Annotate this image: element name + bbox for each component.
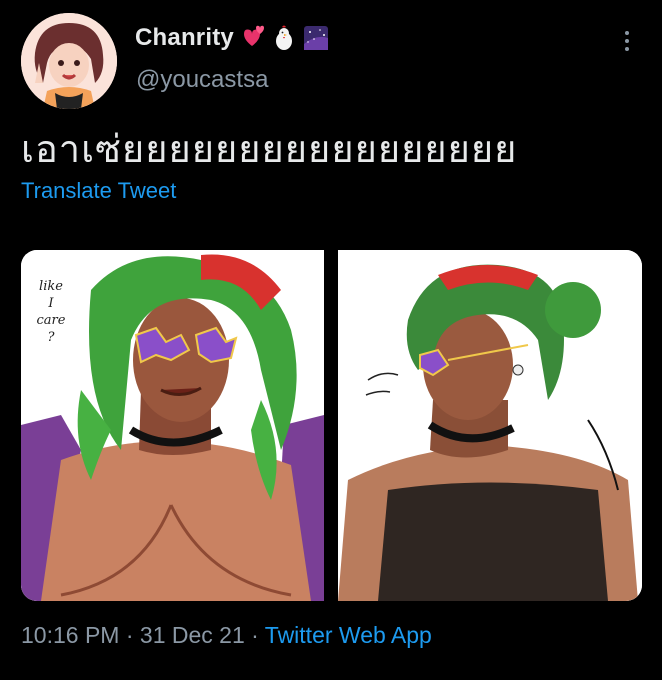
heart-icon — [238, 24, 266, 52]
annotation-line: ? — [47, 330, 55, 345]
meta-separator: · — [119, 622, 140, 648]
tweet-media[interactable]: like I care ? — [21, 250, 642, 601]
tweet-date[interactable]: 31 Dec 21 — [140, 622, 245, 648]
more-dot — [625, 47, 629, 51]
chicken-icon — [270, 24, 298, 52]
meta-separator: · — [244, 622, 265, 648]
author-name-row[interactable]: Chanrity — [135, 24, 330, 52]
galaxy-icon — [302, 24, 330, 52]
avatar-image — [21, 13, 117, 109]
media-image-left[interactable]: like I care ? — [21, 250, 324, 601]
media-image-right[interactable] — [338, 250, 642, 601]
translate-tweet-link[interactable]: Translate Tweet — [21, 178, 176, 204]
more-dot — [625, 39, 629, 43]
tweet-text: เอาเซ่ยยยยยยยยยยยยยยยยย — [21, 127, 518, 171]
annotation-line: care — [36, 313, 66, 328]
tweet-meta: 10:16 PM · 31 Dec 21 · Twitter Web App — [21, 622, 432, 649]
annotation-text: like I care ? — [33, 278, 69, 346]
display-name[interactable]: Chanrity — [135, 24, 234, 52]
avatar[interactable] — [21, 13, 117, 109]
user-handle[interactable]: @youcastsa — [136, 66, 268, 94]
annotation-line: I — [48, 296, 54, 311]
tweet-source-app[interactable]: Twitter Web App — [265, 622, 432, 648]
tweet-time[interactable]: 10:16 PM — [21, 622, 119, 648]
more-options-icon[interactable] — [614, 28, 640, 54]
annotation-line: like — [39, 279, 63, 294]
more-dot — [625, 31, 629, 35]
